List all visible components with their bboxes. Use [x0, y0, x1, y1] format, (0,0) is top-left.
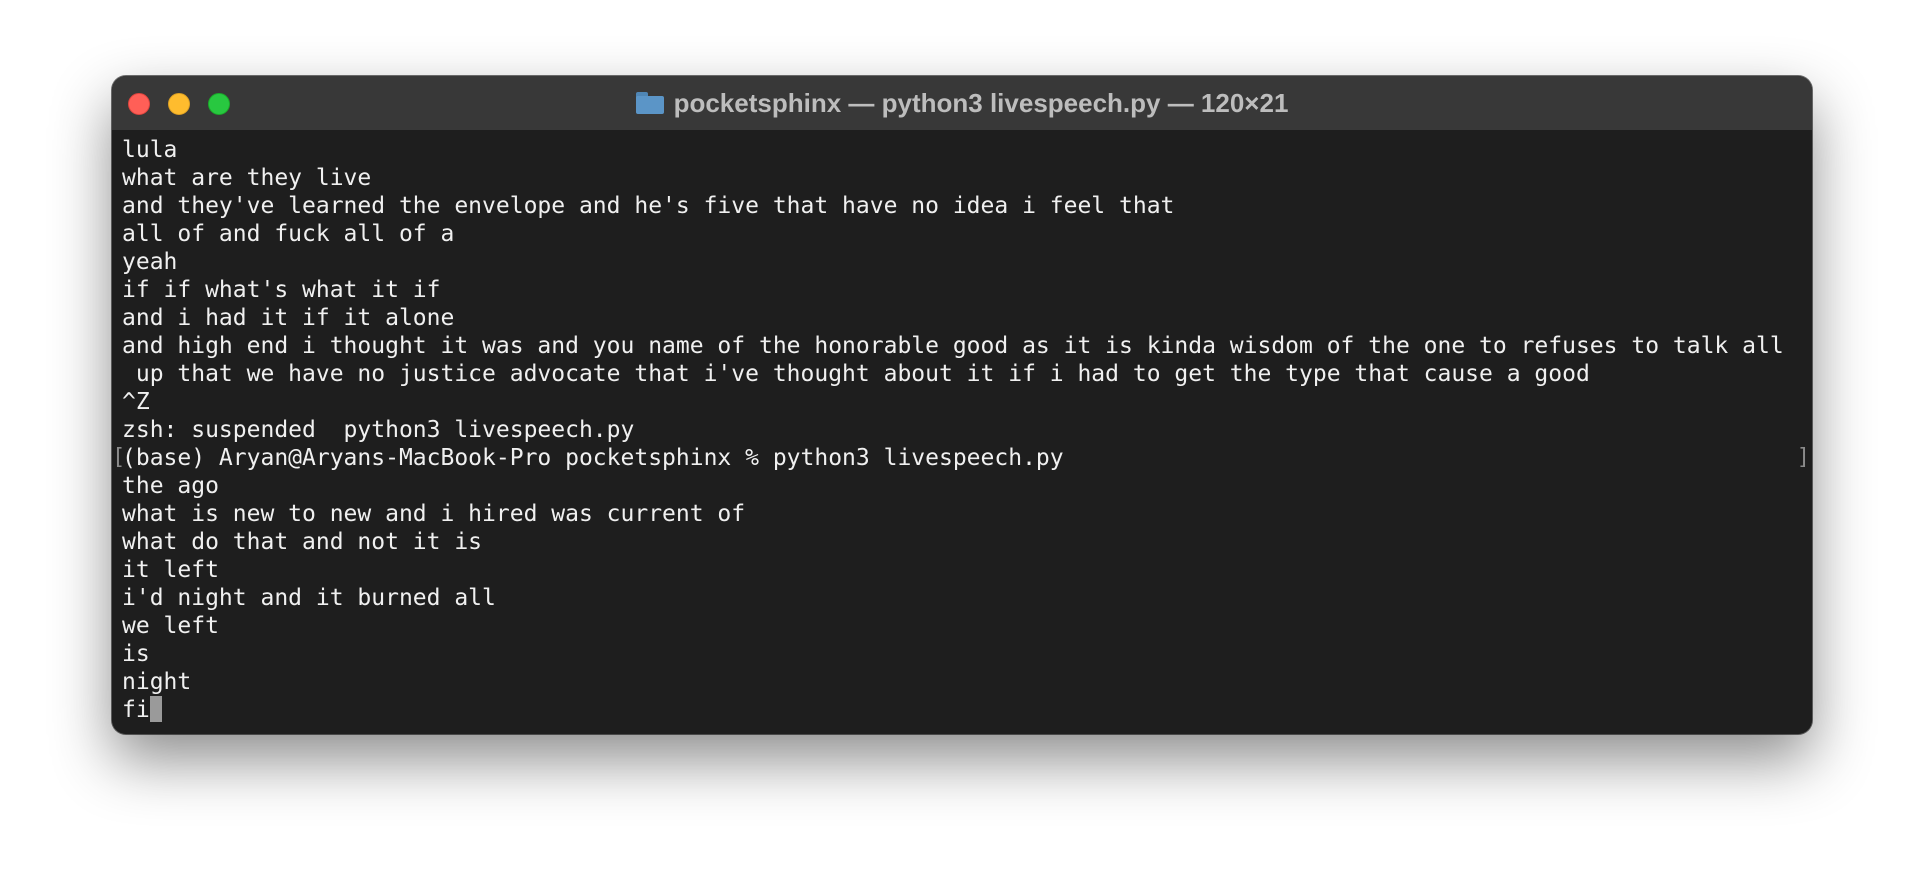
- output-line: what do that and not it is: [122, 529, 483, 555]
- output-line: all of and fuck all of a: [122, 221, 455, 247]
- window-title: pocketsphinx — python3 livespeech.py — 1…: [673, 87, 1289, 118]
- output-line: we left: [122, 613, 219, 639]
- terminal-output: lula what are they live and they've lear…: [122, 136, 1812, 724]
- prompt-mark-left: [: [112, 445, 126, 470]
- folder-icon: [635, 92, 664, 114]
- prompt-line: (base) Aryan@Aryans-MacBook-Pro pocketsp…: [122, 445, 1064, 471]
- output-line: zsh: suspended python3 livespeech.py: [122, 417, 635, 443]
- title-bar[interactable]: pocketsphinx — python3 livespeech.py — 1…: [112, 76, 1812, 131]
- output-line: and i had it if it alone: [122, 305, 455, 331]
- output-line: it left: [122, 557, 219, 583]
- output-line: and they've learned the envelope and he'…: [122, 193, 1175, 219]
- output-line: what are they live: [122, 165, 372, 191]
- terminal-content[interactable]: lula what are they live and they've lear…: [112, 130, 1812, 734]
- current-input-text: fi: [122, 697, 150, 723]
- output-line: ^Z: [122, 389, 150, 415]
- output-line: up that we have no justice advocate that…: [122, 361, 1590, 387]
- terminal-window: pocketsphinx — python3 livespeech.py — 1…: [112, 76, 1812, 734]
- output-line: what is new to new and i hired was curre…: [122, 501, 746, 527]
- output-line: i'd night and it burned all: [122, 585, 496, 611]
- output-line: yeah: [122, 249, 178, 275]
- output-line: and high end i thought it was and you na…: [122, 333, 1784, 359]
- output-line: the ago: [122, 473, 219, 499]
- output-line: if if what's what it if: [122, 277, 441, 303]
- output-line: lula: [122, 137, 178, 163]
- prompt-mark-right: ]: [1796, 445, 1810, 470]
- output-line: night: [122, 669, 192, 695]
- text-cursor: [149, 696, 162, 722]
- window-title-group: pocketsphinx — python3 livespeech.py — 1…: [112, 76, 1812, 130]
- output-line: is: [122, 641, 150, 667]
- current-input-line[interactable]: fi: [122, 696, 1812, 724]
